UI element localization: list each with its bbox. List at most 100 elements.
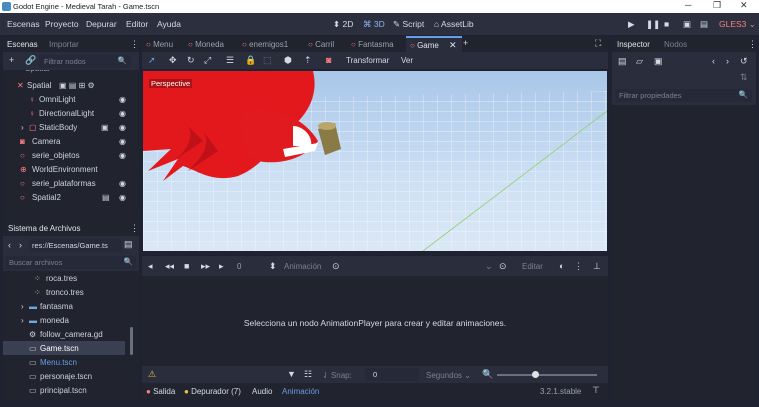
renderer-select[interactable]: GLES3 ⌄ [719, 19, 756, 30]
frame-position-field[interactable]: 0 [237, 262, 241, 271]
tab-animation[interactable]: Animación [282, 387, 319, 396]
file-item[interactable]: ⚙ follow_camera.gd [3, 327, 138, 341]
stop-anim-icon[interactable]: ■ [184, 261, 189, 271]
snap-value-field[interactable]: 0 [365, 368, 419, 381]
load-resource-icon[interactable]: ▱ [636, 56, 643, 67]
dock-menu-icon[interactable]: ⋮ [130, 39, 139, 50]
snap-unit-select[interactable]: Segundos ⌄ [426, 371, 471, 380]
mode-3d-button[interactable]: ⌘ 3D [363, 19, 385, 30]
visibility-eye-icon[interactable]: ◉ [119, 95, 126, 104]
distraction-free-icon[interactable]: ⛶ [595, 38, 601, 49]
folder-item[interactable]: › ▬ fantasma [3, 299, 138, 313]
options-icon[interactable]: ⋮ [574, 261, 583, 272]
history-forward-icon[interactable]: › [726, 56, 729, 66]
history-icon[interactable]: ↺ [740, 56, 748, 67]
new-resource-icon[interactable]: ▤ [618, 56, 627, 67]
menu-ayuda[interactable]: Ayuda [157, 19, 181, 29]
path-field[interactable]: res://Escenas/Game.ts [29, 239, 121, 252]
tree-node-camera[interactable]: ◙ Camera ◉ [3, 134, 138, 148]
tab-enemigos1[interactable]: ○ enemigos1 [242, 40, 288, 49]
camera-override-icon[interactable]: ◙ [326, 55, 331, 65]
autoplay-icon[interactable]: ⊙ [499, 261, 507, 272]
expand-arrow-icon[interactable]: › [21, 302, 24, 311]
tab-game-active[interactable]: ○ Game ✕ [406, 36, 462, 52]
menu-escenas[interactable]: Escenas [7, 19, 40, 29]
spin-icon[interactable]: ⬍ [269, 261, 277, 272]
mode-2d-button[interactable]: ⬍ 2D [333, 19, 353, 30]
perspective-label[interactable]: Perspective [149, 79, 193, 88]
mode-script-button[interactable]: ✎ Script [393, 19, 424, 30]
file-item-selected[interactable]: ▭ Game.tscn [3, 341, 125, 355]
scrollbar[interactable] [130, 327, 133, 355]
play-backwards-icon[interactable]: ◂◂ [165, 261, 174, 272]
back-icon[interactable]: ‹ [8, 240, 11, 250]
group-icon[interactable]: ⬚ [263, 55, 272, 66]
expand-panel-icon[interactable]: ⊤ [592, 385, 600, 396]
tab-escenas[interactable]: Escenas [7, 40, 38, 49]
close-window-icon[interactable]: ✕ [740, 0, 748, 11]
scale-tool-icon[interactable]: ⤢ [204, 55, 211, 66]
file-item[interactable]: ▭ principal.tscn [3, 383, 138, 397]
tree-node-spatial2[interactable]: ○ Spatial2 ▤ ◉ [3, 190, 138, 204]
visibility-eye-icon[interactable]: ◉ [119, 151, 126, 160]
rotate-tool-icon[interactable]: ↻ [187, 55, 195, 66]
minimize-icon[interactable]: ─ [685, 0, 691, 10]
move-tool-icon[interactable]: ✥ [169, 55, 177, 66]
dropdown-arrow-icon[interactable]: ⌄ [485, 261, 493, 272]
view-menu[interactable]: Ver [401, 56, 413, 65]
restore-icon[interactable]: ❐ [713, 0, 721, 11]
tree-node-serie-objetos[interactable]: ○ serie_objetos ◉ [3, 148, 138, 162]
zoom-slider[interactable] [497, 374, 597, 376]
tree-node-serie-plataformas[interactable]: ○ serie_plataformas ◉ [3, 176, 138, 190]
dock-menu-icon[interactable]: ⋮ [130, 223, 139, 234]
tab-moneda[interactable]: ○ Moneda [188, 40, 224, 49]
expand-arrow-icon[interactable]: › [21, 316, 24, 325]
play-backwards-from-end-icon[interactable]: ◂ [148, 261, 153, 272]
menu-proyecto[interactable]: Proyecto [45, 19, 79, 29]
tree-node-omnilight[interactable]: ♀ OmniLight ◉ [3, 92, 138, 106]
local-space-icon[interactable]: ⬢ [284, 55, 292, 66]
visibility-eye-icon[interactable]: ◉ [119, 137, 126, 146]
add-tab-icon[interactable]: + [463, 38, 468, 48]
expand-arrow-icon[interactable]: › [21, 123, 24, 132]
zoom-icon[interactable]: 🔍 [482, 369, 493, 380]
forward-icon[interactable]: › [19, 240, 22, 250]
dock-menu-icon[interactable]: ⋮ [748, 39, 757, 50]
bezier-icon[interactable]: ☷ [304, 369, 312, 380]
file-item[interactable]: ▭ personaje.tscn [3, 369, 138, 383]
zoom-slider-handle[interactable] [532, 371, 539, 378]
play-anim-icon[interactable]: ▸▸ [201, 261, 210, 272]
file-item[interactable]: ⁘ roca.tres [3, 271, 138, 285]
link-icon[interactable]: 🔗 [25, 55, 36, 66]
visibility-eye-icon[interactable]: ◉ [119, 123, 126, 132]
edit-button[interactable]: Editar [522, 262, 543, 271]
sort-icon[interactable]: ⇅ [740, 72, 748, 83]
history-back-icon[interactable]: ‹ [712, 56, 715, 66]
tree-node-spatial[interactable]: ✕ Spatial ▣ ▤ ⊞ ⚙ [3, 78, 138, 92]
close-tab-icon[interactable]: ✕ [449, 40, 457, 51]
file-item[interactable]: ▭ Menu.tscn [3, 355, 138, 369]
snap-icon[interactable]: ⇡ [304, 55, 312, 66]
play-from-start-icon[interactable]: ▸ [219, 261, 224, 272]
search-files-input[interactable]: Buscar archivos 🔍 [6, 256, 136, 269]
tab-output[interactable]: ● Salida [146, 387, 175, 396]
stop-icon[interactable]: ■ [664, 19, 669, 29]
play-custom-icon[interactable]: ▤ [700, 19, 708, 30]
tab-carril[interactable]: ○ Carril [308, 40, 334, 49]
menu-depurar[interactable]: Depurar [86, 19, 117, 29]
pause-icon[interactable]: ❚❚ [646, 19, 660, 30]
onion-skin-icon[interactable]: ◐ [559, 261, 564, 271]
tab-audio[interactable]: Audio [252, 387, 272, 396]
list-select-icon[interactable]: ☰ [226, 55, 234, 66]
filter-icon[interactable]: ▼ [287, 369, 296, 379]
tree-node-directionallight[interactable]: ♀ DirectionalLight ◉ [3, 106, 138, 120]
animation-select-icon[interactable]: ⊙ [332, 261, 340, 272]
add-node-icon[interactable]: + [9, 55, 14, 65]
folder-item[interactable]: › ▬ moneda [3, 313, 138, 327]
filter-nodes-input[interactable]: Filtrar nodos 🔍 [39, 55, 131, 68]
file-item[interactable]: ⁘ tronco.tres [3, 285, 138, 299]
warning-icon[interactable]: ⚠ [148, 369, 156, 380]
tree-node-staticbody[interactable]: › ▢ StaticBody ▣ ◉ [3, 120, 138, 134]
tab-menu[interactable]: ○ Menu [146, 40, 173, 49]
3d-viewport[interactable]: Perspective [143, 71, 607, 251]
